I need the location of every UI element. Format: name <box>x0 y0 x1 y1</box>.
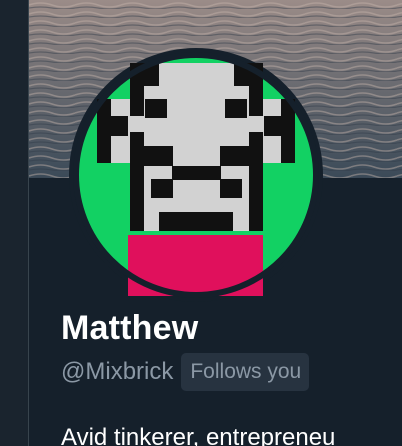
profile-page: Matthew @Mixbrick Follows you Avid tinke… <box>0 0 402 446</box>
profile-name: Matthew <box>61 309 199 347</box>
profile-handle: @Mixbrick <box>61 358 174 385</box>
follows-you-badge: Follows you <box>181 353 310 391</box>
pixel-art-avatar-icon[interactable] <box>55 47 337 303</box>
handle-row: @Mixbrick Follows you <box>61 352 310 392</box>
profile-bio: Avid tinkerer, entrepreneu <box>61 424 336 446</box>
left-sidebar-column <box>0 0 29 446</box>
